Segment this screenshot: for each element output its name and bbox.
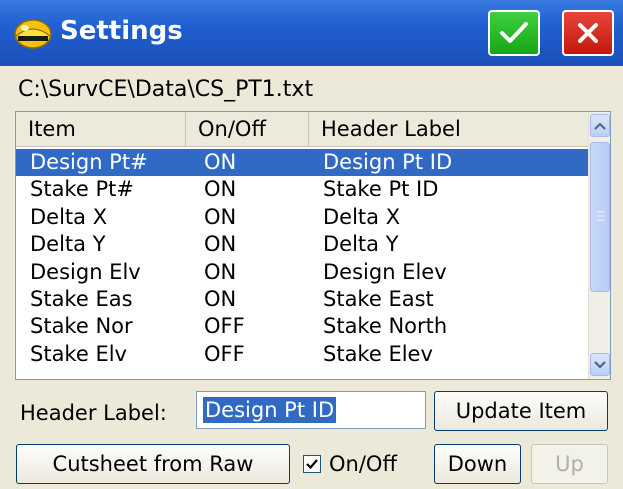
cell-on-off: ON	[204, 232, 237, 257]
cell-item: Stake Nor	[30, 314, 133, 339]
column-header-on-off[interactable]: On/Off	[186, 112, 309, 147]
cell-header-label: Delta X	[323, 204, 401, 229]
surveyor-hardhat-icon	[14, 19, 52, 49]
column-header-header-label[interactable]: Header Label	[309, 112, 588, 147]
scroll-thumb[interactable]	[590, 142, 610, 292]
cell-item: Stake Eas	[30, 286, 133, 311]
cell-on-off: ON	[204, 259, 237, 284]
cell-item: Delta Y	[30, 232, 106, 257]
update-item-button[interactable]: Update Item	[434, 391, 608, 431]
cell-item: Design Elv	[30, 259, 141, 284]
header-label-value: Design Pt ID	[203, 397, 337, 423]
scroll-up-button[interactable]	[590, 114, 610, 137]
window-title: Settings	[60, 16, 183, 46]
cell-on-off: OFF	[204, 341, 245, 366]
table-header: Item On/Off Header Label	[16, 112, 588, 147]
table-row[interactable]: Stake Elv OFF Stake Elev	[16, 341, 588, 368]
table-row[interactable]: Design Elv ON Design Elev	[16, 259, 588, 286]
table-row[interactable]: Stake Nor OFF Stake North	[16, 313, 588, 340]
cell-item: Stake Elv	[30, 341, 127, 366]
on-off-checkbox[interactable]: On/Off	[303, 444, 397, 484]
cell-item: Stake Pt#	[30, 177, 134, 202]
close-icon	[578, 23, 598, 43]
chevron-down-icon	[594, 360, 606, 368]
table-row[interactable]: Delta X ON Delta X	[16, 204, 588, 231]
settings-table[interactable]: Item On/Off Header Label Design Pt# ON D…	[15, 111, 611, 380]
table-rows: Design Pt# ON Design Pt ID Stake Pt# ON …	[16, 149, 588, 368]
ok-button[interactable]	[488, 10, 540, 56]
vertical-scrollbar[interactable]	[588, 112, 610, 379]
cell-on-off: OFF	[204, 314, 245, 339]
close-button[interactable]	[562, 10, 614, 56]
cell-item: Delta X	[30, 204, 108, 229]
check-icon	[306, 459, 318, 470]
cutsheet-from-raw-button[interactable]: Cutsheet from Raw	[16, 444, 290, 484]
cell-on-off: ON	[204, 177, 237, 202]
table-row[interactable]: Delta Y ON Delta Y	[16, 231, 588, 258]
cell-on-off: ON	[204, 204, 237, 229]
header-label-input[interactable]: Design Pt ID	[196, 391, 426, 429]
cell-on-off: ON	[204, 150, 237, 174]
cell-header-label: Design Elev	[323, 259, 447, 284]
cell-header-label: Stake North	[323, 314, 448, 339]
cell-header-label: Stake East	[323, 286, 434, 311]
down-button[interactable]: Down	[434, 444, 521, 484]
cell-header-label: Design Pt ID	[323, 150, 453, 174]
on-off-checkbox-label: On/Off	[329, 452, 397, 476]
column-header-item[interactable]: Item	[16, 112, 186, 147]
table-row[interactable]: Design Pt# ON Design Pt ID	[16, 149, 588, 177]
cell-header-label: Stake Elev	[323, 341, 433, 366]
cell-item: Design Pt#	[30, 150, 148, 174]
cell-header-label: Delta Y	[323, 232, 399, 257]
file-path: C:\SurvCE\Data\CS_PT1.txt	[18, 77, 314, 102]
up-button[interactable]: Up	[531, 444, 608, 484]
scroll-down-button[interactable]	[590, 353, 610, 376]
checkbox-box[interactable]	[303, 455, 321, 473]
grip-icon	[597, 211, 605, 221]
table-row[interactable]: Stake Pt# ON Stake Pt ID	[16, 176, 588, 203]
header-label-caption: Header Label:	[20, 401, 167, 425]
table-row[interactable]: Stake Eas ON Stake East	[16, 286, 588, 313]
title-bar: Settings	[0, 0, 623, 66]
chevron-up-icon	[594, 122, 606, 130]
cell-header-label: Stake Pt ID	[323, 177, 439, 202]
cell-on-off: ON	[204, 286, 237, 311]
checkmark-icon	[500, 22, 528, 43]
